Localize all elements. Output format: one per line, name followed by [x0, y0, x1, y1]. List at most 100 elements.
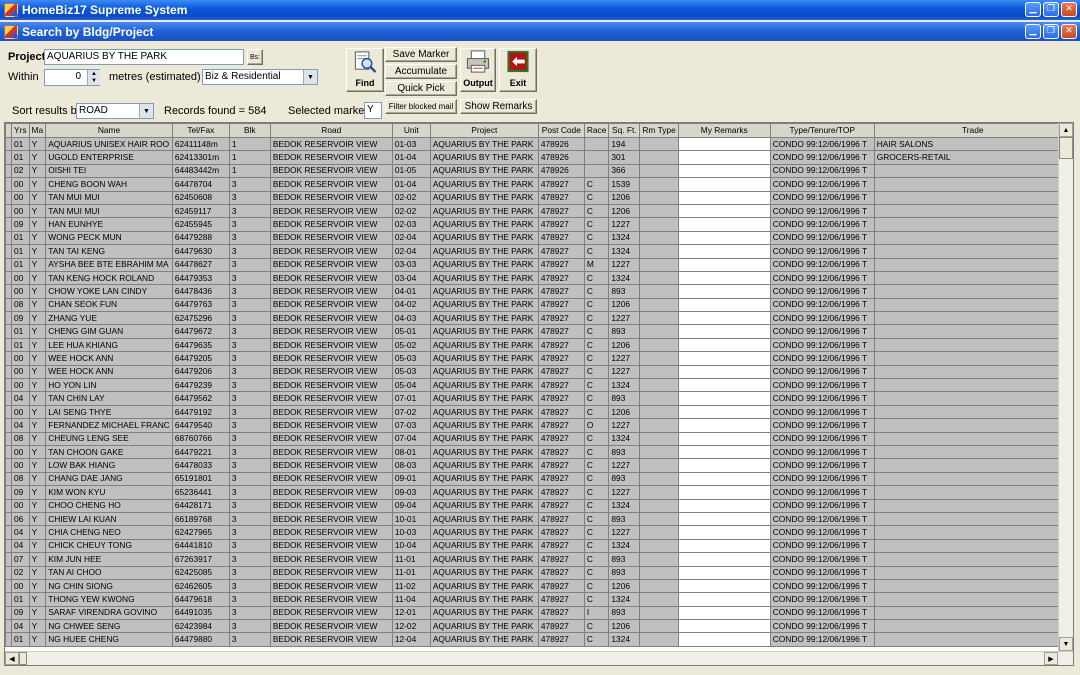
table-row[interactable]: 00 Y LOW BAK HIANG 64478033 3 BEDOK RESERVOIR…	[5, 458, 1072, 473]
table-row[interactable]: 01 Y CHENG GIM GUAN 64479672 3 BEDOK RESERVOI…	[5, 324, 1072, 339]
cell-my-remarks[interactable]	[677, 538, 771, 554]
cell-my-remarks[interactable]	[677, 257, 771, 272]
column-header-name[interactable]: Name	[45, 123, 173, 138]
horizontal-scrollbar[interactable]: ◀ ▶	[5, 651, 1073, 665]
cell-my-remarks[interactable]	[677, 565, 771, 580]
cell-my-remarks[interactable]	[677, 485, 771, 500]
cell-my-remarks[interactable]	[677, 578, 771, 594]
cell-my-remarks[interactable]	[677, 337, 771, 353]
cell-my-remarks[interactable]	[677, 378, 771, 393]
cell-my-remarks[interactable]	[677, 431, 771, 446]
table-row[interactable]: 00 Y LAI SENG THYE 64479192 3 BEDOK RESERVOIR…	[5, 404, 1072, 420]
cell-my-remarks[interactable]	[677, 552, 771, 567]
cell-my-remarks[interactable]	[677, 592, 771, 607]
sort-select[interactable]: ROAD ▼	[76, 103, 154, 119]
accumulate-button[interactable]: Accumulate	[385, 64, 457, 79]
horizontal-scroll-thumb[interactable]	[19, 652, 27, 665]
cell-my-remarks[interactable]	[677, 270, 771, 286]
table-row[interactable]: 00 Y WEE HOCK ANN 64479206 3 BEDOK RESERVOIR …	[5, 364, 1072, 380]
restore-icon[interactable]: ❐	[1043, 2, 1059, 17]
cell-my-remarks[interactable]	[677, 619, 771, 634]
scroll-left-icon[interactable]: ◀	[5, 652, 19, 665]
vertical-scroll-thumb[interactable]	[1059, 137, 1073, 159]
column-header-ma[interactable]: Ma	[28, 123, 47, 138]
cell-my-remarks[interactable]	[677, 605, 771, 621]
within-spinner[interactable]: ▲ ▼	[87, 70, 100, 85]
cell-my-remarks[interactable]	[677, 203, 771, 219]
chevron-down-icon[interactable]: ▼	[303, 70, 317, 84]
table-row[interactable]: 04 Y CHIA CHENG NEO 62427965 3 BEDOK RESERVOI…	[5, 525, 1072, 540]
cell-my-remarks[interactable]	[677, 177, 771, 192]
table-row[interactable]: 02 Y OISHI TEI 64483442m 1 BEDOK RESERVOIR VI…	[5, 163, 1072, 179]
cell-my-remarks[interactable]	[677, 364, 771, 380]
filter-blocked-mail-button[interactable]: Filter blocked mail	[385, 99, 457, 114]
table-row[interactable]: 06 Y CHIEW LAI KUAN 66189768 3 BEDOK RESERVOI…	[5, 511, 1072, 527]
exit-button[interactable]: Exit	[499, 48, 537, 92]
column-header-post-code[interactable]: Post Code	[537, 123, 585, 138]
category-select[interactable]: Biz & Residential ▼	[202, 69, 318, 85]
column-header-project[interactable]: Project	[429, 123, 539, 138]
marker-input[interactable]: Y	[364, 102, 382, 119]
spin-up-icon[interactable]: ▲	[91, 71, 97, 77]
scroll-right-icon[interactable]: ▶	[1044, 652, 1058, 665]
table-row[interactable]: 08 Y CHANG DAE JANG 65191801 3 BEDOK RESERVOI…	[5, 471, 1072, 487]
column-header-sq-ft[interactable]: Sq. Ft.	[608, 123, 641, 138]
save-marker-button[interactable]: Save Marker	[385, 47, 457, 62]
cell-my-remarks[interactable]	[677, 311, 771, 326]
table-row[interactable]: 04 Y FERNANDEZ MICHAEL FRANC 64479540 3 BEDOK…	[5, 418, 1072, 433]
cell-my-remarks[interactable]	[677, 471, 771, 487]
column-header-blk[interactable]: Blk	[228, 123, 271, 138]
child-close-icon[interactable]: ✕	[1061, 24, 1077, 39]
table-row[interactable]: 00 Y NG CHIN SIONG 62462605 3 BEDOK RESERVOIR…	[5, 578, 1072, 594]
table-row[interactable]: 01 Y AQUARIUS UNISEX HAIR ROO 62411148m 1 BED…	[5, 136, 1072, 152]
cell-my-remarks[interactable]	[677, 190, 771, 205]
table-row[interactable]: 04 Y CHICK CHEUY TONG 64441810 3 BEDOK RESERV…	[5, 538, 1072, 554]
table-row[interactable]: 00 Y CHENG BOON WAH 64478704 3 BEDOK RESERVOI…	[5, 177, 1072, 192]
cell-my-remarks[interactable]	[677, 351, 771, 366]
cell-my-remarks[interactable]	[677, 498, 771, 513]
cell-my-remarks[interactable]	[677, 150, 771, 165]
child-restore-icon[interactable]: ❐	[1043, 24, 1059, 39]
table-row[interactable]: 00 Y HO YON LIN 64479239 3 BEDOK RESERVOIR VI…	[5, 378, 1072, 393]
table-row[interactable]: 08 Y CHAN SEOK FUN 64479763 3 BEDOK RESERVOIR…	[5, 297, 1072, 313]
cell-my-remarks[interactable]	[677, 391, 771, 406]
table-row[interactable]: 09 Y ZHANG YUE 62475296 3 BEDOK RESERVOIR VIE…	[5, 311, 1072, 326]
table-row[interactable]: 09 Y HAN EUNHYE 62455945 3 BEDOK RESERVOIR VI…	[5, 217, 1072, 232]
cell-my-remarks[interactable]	[677, 324, 771, 339]
table-row[interactable]: 01 Y LEE HUA KHIANG 64479635 3 BEDOK RESERVOI…	[5, 337, 1072, 353]
table-row[interactable]: 00 Y TAN CHOON GAKE 64479221 3 BEDOK RESERVOI…	[5, 444, 1072, 460]
table-row[interactable]: 07 Y KIM JUN HEE 67263917 3 BEDOK RESERVOIR V…	[5, 552, 1072, 567]
cell-my-remarks[interactable]	[677, 404, 771, 420]
table-row[interactable]: 00 Y TAN MUI MUI 62459117 3 BEDOK RESERVOIR V…	[5, 203, 1072, 219]
column-header-road[interactable]: Road	[269, 123, 393, 138]
table-row[interactable]: 01 Y THONG YEW KWONG 64479618 3 BEDOK RESERVO…	[5, 592, 1072, 607]
column-header-yrs[interactable]: Yrs	[11, 123, 30, 138]
cell-my-remarks[interactable]	[677, 136, 771, 152]
table-row[interactable]: 00 Y CHOO CHENG HO 64428171 3 BEDOK RESERVOIR…	[5, 498, 1072, 513]
cell-my-remarks[interactable]	[677, 297, 771, 313]
table-row[interactable]: 00 Y TAN MUI MUI 62450608 3 BEDOK RESERVOIR V…	[5, 190, 1072, 205]
close-icon[interactable]: ✕	[1061, 2, 1077, 17]
column-header-type-tenure-top[interactable]: Type/Tenure/TOP	[769, 123, 875, 138]
cell-my-remarks[interactable]	[677, 284, 771, 299]
cell-my-remarks[interactable]	[677, 444, 771, 460]
column-header-rm-type[interactable]: Rm Type	[639, 123, 679, 138]
cell-my-remarks[interactable]	[677, 230, 771, 246]
column-header-tel-fax[interactable]: Tel/Fax	[171, 123, 230, 138]
sort-chevron-down-icon[interactable]: ▼	[139, 104, 153, 118]
cell-my-remarks[interactable]	[677, 511, 771, 527]
table-row[interactable]: 09 Y SARAF VIRENDRA GOVINO 64491035 3 BEDOK R…	[5, 605, 1072, 621]
table-row[interactable]: 00 Y TAN KENG HOCK ROLAND 64479353 3 BEDOK RE…	[5, 270, 1072, 286]
output-button[interactable]: Output	[460, 48, 496, 92]
project-input[interactable]: AQUARIUS BY THE PARK	[44, 49, 244, 65]
results-grid[interactable]: Yrs Ma Name Tel/Fax Blk Road Unit Project Post C…	[4, 122, 1074, 666]
cell-my-remarks[interactable]	[677, 632, 771, 647]
quick-pick-button[interactable]: Quick Pick	[385, 81, 457, 96]
table-row[interactable]: 01 Y NG HUEE CHENG 64479880 3 BEDOK RESERVOIR…	[5, 632, 1072, 647]
cell-my-remarks[interactable]	[677, 217, 771, 232]
cell-my-remarks[interactable]	[677, 244, 771, 259]
column-header-unit[interactable]: Unit	[391, 123, 431, 138]
table-row[interactable]: 04 Y TAN CHIN LAY 64479562 3 BEDOK RESERVOIR …	[5, 391, 1072, 406]
cell-my-remarks[interactable]	[677, 525, 771, 540]
scroll-up-icon[interactable]: ▲	[1059, 123, 1073, 137]
